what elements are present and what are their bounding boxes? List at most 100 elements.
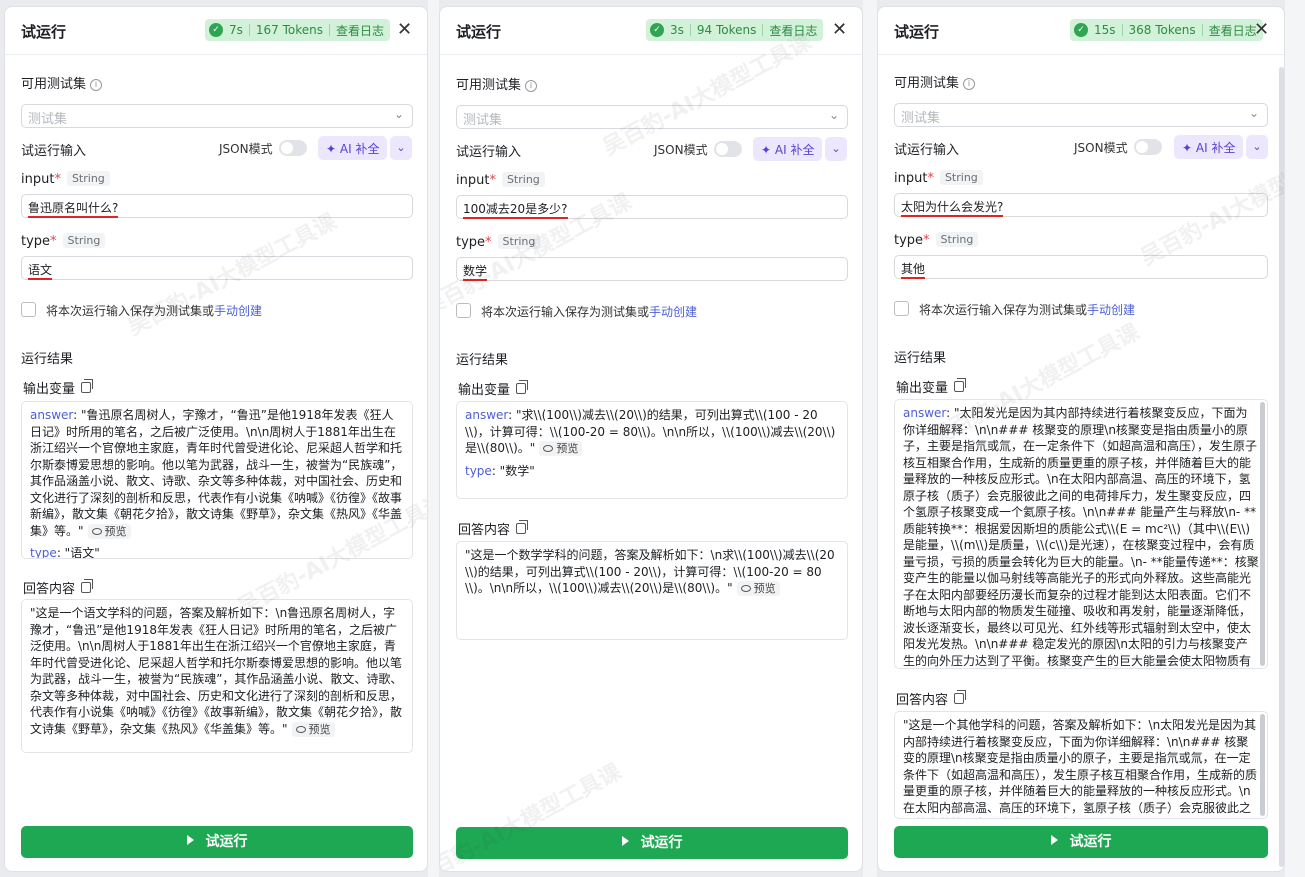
preview-button[interactable]: 预览 [291, 721, 335, 737]
field-input-label: input* String [894, 170, 983, 186]
field-type-label: type* String [456, 234, 541, 250]
test-run-panel-3: 试运行 ✓ 15s 368 Tokens 查看日志 ✕ 可用测试集 i 测试集 ⌄ … [877, 6, 1285, 872]
panel-scrollbar[interactable] [1279, 67, 1284, 867]
reply-content-box: "这是一个其他学科的问题，答案及解析如下：\n太阳发光是因为其内部持续进行着核聚… [894, 711, 1268, 819]
copy-icon[interactable] [81, 579, 94, 593]
eye-icon [740, 585, 751, 592]
play-icon [1050, 835, 1058, 845]
field-type-value[interactable]: 其他 [894, 255, 1268, 279]
manual-create-link[interactable]: 手动创建 [1087, 303, 1135, 317]
save-testset-label: 将本次运行输入保存为测试集或手动创建 [46, 304, 263, 318]
view-log-link[interactable]: 查看日志 [336, 22, 384, 39]
field-input-value[interactable]: 100减去20是多少? [456, 195, 848, 219]
panel-header: 试运行 ✓ 3s 94 Tokens 查看日志 ✕ [440, 7, 862, 55]
panel-header: 试运行 ✓ 15s 368 Tokens 查看日志 ✕ [878, 7, 1284, 55]
close-icon[interactable]: ✕ [1254, 20, 1269, 40]
output-vars-label: 输出变量 [458, 379, 529, 398]
json-mode-label: JSON模式 [1074, 141, 1128, 155]
run-status-badge: ✓ 15s 368 Tokens 查看日志 [1070, 19, 1263, 41]
run-status-badge: ✓ 3s 94 Tokens 查看日志 [646, 19, 824, 41]
run-result-label: 运行结果 [894, 351, 947, 366]
close-icon[interactable]: ✕ [832, 20, 847, 40]
chevron-down-icon: ⌄ [828, 108, 839, 122]
run-input-label: 试运行输入 [21, 144, 87, 159]
copy-icon[interactable] [516, 520, 529, 534]
eye-icon [295, 725, 306, 733]
json-mode-toggle[interactable] [279, 140, 307, 156]
run-result-label: 运行结果 [21, 352, 74, 367]
reply-content-box: "这是一个数学学科的问题，答案及解析如下：\n求\\(100\\)减去\\(20… [456, 541, 848, 640]
test-run-panel-1: 试运行 ✓ 7s 167 Tokens 查看日志 ✕ 可用测试集 i 测试集 ⌄ 试… [4, 6, 428, 872]
run-time: 7s [229, 23, 243, 37]
ai-complete-dropdown[interactable]: ⌄ [1246, 135, 1268, 159]
save-testset-checkbox[interactable] [21, 302, 36, 317]
testset-select[interactable]: 测试集 ⌄ [894, 103, 1268, 127]
copy-icon[interactable] [81, 379, 94, 393]
ai-complete-button[interactable]: ✦ AI 补全 [753, 137, 822, 161]
reply-content-label: 回答内容 [896, 689, 967, 708]
field-type-label: type* String [894, 232, 979, 248]
check-circle-icon: ✓ [650, 23, 664, 37]
testset-select[interactable]: 测试集 ⌄ [456, 105, 848, 129]
field-input-label: input* String [456, 172, 545, 188]
view-log-link[interactable]: 查看日志 [769, 22, 817, 39]
field-type-value[interactable]: 数学 [456, 257, 848, 281]
run-time: 3s [670, 23, 684, 37]
close-icon[interactable]: ✕ [397, 20, 412, 40]
testset-label: 可用测试集 i [456, 74, 538, 93]
panel-title: 试运行 [456, 23, 502, 41]
eye-icon [91, 527, 102, 535]
manual-create-link[interactable]: 手动创建 [214, 304, 262, 318]
ai-complete-button[interactable]: ✦ AI 补全 [1174, 135, 1243, 159]
view-log-link[interactable]: 查看日志 [1209, 22, 1257, 39]
canvas-strip-right [863, 0, 877, 877]
json-mode-toggle[interactable] [1134, 139, 1162, 155]
save-testset-label: 将本次运行输入保存为测试集或手动创建 [919, 303, 1136, 317]
info-icon: i [963, 78, 976, 90]
run-time: 15s [1094, 23, 1116, 37]
ai-complete-dropdown[interactable]: ⌄ [390, 136, 412, 160]
field-input-value[interactable]: 鲁迅原名叫什么? [21, 194, 413, 218]
run-status-badge: ✓ 7s 167 Tokens 查看日志 [205, 19, 391, 41]
save-testset-checkbox[interactable] [894, 301, 909, 316]
preview-button[interactable]: 预览 [87, 523, 131, 539]
copy-icon[interactable] [954, 378, 967, 392]
save-testset-label: 将本次运行输入保存为测试集或手动创建 [481, 305, 698, 319]
panel-header: 试运行 ✓ 7s 167 Tokens 查看日志 ✕ [5, 7, 427, 55]
output-scrollbar[interactable] [1260, 402, 1265, 666]
run-button[interactable]: 试运行 [456, 827, 848, 859]
copy-icon[interactable] [516, 380, 529, 394]
run-input-label: 试运行输入 [456, 145, 522, 160]
reply-scrollbar[interactable] [1260, 714, 1265, 816]
field-type-label: type* String [21, 233, 106, 249]
run-tokens: 167 Tokens [255, 23, 324, 37]
reply-content-label: 回答内容 [23, 578, 94, 597]
output-vars-box: answer: "求\\(100\\)减去\\(20\\)的结果，可列出算式\\… [456, 401, 848, 499]
preview-button[interactable]: 预览 [539, 441, 583, 456]
manual-create-link[interactable]: 手动创建 [649, 305, 697, 319]
reply-content-box: "这是一个语文学科的问题，答案及解析如下：\n鲁迅原名周树人，字豫才，“鲁迅”是… [21, 599, 413, 753]
preview-button[interactable]: 预览 [736, 581, 780, 596]
json-mode-label: JSON模式 [654, 143, 708, 157]
field-type-value[interactable]: 语文 [21, 256, 413, 280]
reply-content-label: 回答内容 [458, 519, 529, 538]
sparkle-icon: ✦ [326, 142, 340, 156]
run-tokens: 368 Tokens [1128, 23, 1196, 37]
panel-title: 试运行 [894, 23, 940, 41]
info-icon: i [90, 79, 103, 91]
json-mode-toggle[interactable] [714, 141, 742, 157]
output-vars-label: 输出变量 [896, 377, 967, 396]
ai-complete-dropdown[interactable]: ⌄ [825, 137, 847, 161]
play-icon [186, 835, 194, 845]
testset-select[interactable]: 测试集 ⌄ [21, 104, 413, 128]
run-button[interactable]: 试运行 [894, 826, 1268, 858]
copy-icon[interactable] [954, 690, 967, 704]
sparkle-icon: ✦ [1182, 141, 1196, 155]
save-testset-checkbox[interactable] [456, 303, 471, 318]
output-vars-box: answer: "太阳发光是因为其内部持续进行着核聚变反应，下面为你详细解释：\… [894, 399, 1268, 669]
field-input-value[interactable]: 太阳为什么会发光? [894, 193, 1268, 217]
ai-complete-button[interactable]: ✦ AI 补全 [318, 136, 387, 160]
run-tokens: 94 Tokens [696, 23, 757, 37]
run-button[interactable]: 试运行 [21, 826, 413, 858]
output-vars-box: answer: "鲁迅原名周树人，字豫才，“鲁迅”是他1918年发表《狂人日记》… [21, 401, 413, 559]
